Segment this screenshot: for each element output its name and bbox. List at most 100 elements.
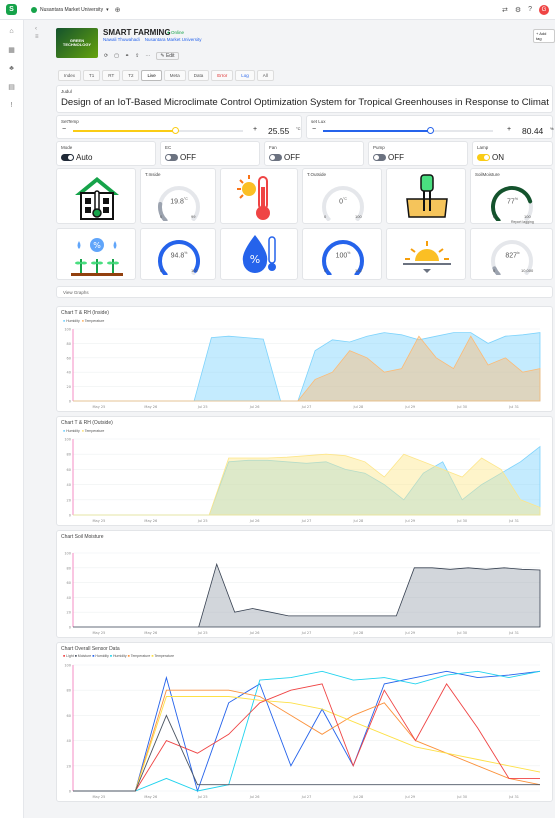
slider-track[interactable] bbox=[73, 127, 243, 134]
mode-toggle[interactable] bbox=[61, 154, 74, 161]
link-icon[interactable]: ⚭ bbox=[125, 53, 129, 59]
add-icon[interactable]: ⊕ bbox=[115, 6, 121, 14]
x-tick-label: Jul 31 bbox=[508, 795, 519, 799]
legend-label: Temperature bbox=[130, 654, 151, 658]
toggle-label: Lamp bbox=[477, 145, 489, 150]
x-tick-label: May 26 bbox=[144, 405, 157, 409]
device-icon[interactable]: ▢ bbox=[114, 53, 119, 59]
series-area bbox=[73, 335, 541, 402]
gauge-value-number: 100 bbox=[335, 252, 348, 260]
dashboard-icon[interactable]: ▦ bbox=[8, 46, 15, 54]
chevron-down-icon: ▾ bbox=[106, 6, 109, 13]
gauge-min: 0 bbox=[160, 268, 163, 273]
collapse-icon[interactable]: ‹ bbox=[35, 26, 37, 32]
grid-icon[interactable]: ▤ bbox=[8, 83, 15, 91]
avatar[interactable]: G bbox=[539, 4, 549, 15]
chart-title: Chart T & RH (Outside) bbox=[61, 420, 113, 426]
tab-live[interactable]: Live bbox=[141, 70, 162, 81]
x-tick-label: Jul 26 bbox=[249, 405, 260, 409]
slider-track[interactable] bbox=[323, 127, 493, 134]
share-icon[interactable]: ⇄ bbox=[502, 6, 508, 14]
minus-icon[interactable]: − bbox=[62, 126, 66, 133]
plus-icon[interactable]: + bbox=[507, 126, 511, 133]
toggle-label: Mode bbox=[61, 145, 73, 150]
fan-toggle[interactable] bbox=[269, 154, 282, 161]
minus-icon[interactable]: − bbox=[312, 126, 316, 133]
gauge-humidity-outside-card: 100% 0 100 bbox=[302, 228, 382, 280]
workspace-selector[interactable]: Nusantara Market University ▾ bbox=[31, 6, 109, 13]
gauge-min: 0 bbox=[493, 268, 496, 273]
pump-toggle[interactable] bbox=[373, 154, 386, 161]
workspace-dot-icon bbox=[31, 6, 37, 13]
slider-fill bbox=[73, 130, 175, 132]
y-tick-label: 100 bbox=[64, 552, 71, 556]
tab-t1[interactable]: T1 bbox=[83, 70, 101, 81]
app-logo-icon[interactable]: S bbox=[6, 4, 17, 15]
tab-t2[interactable]: T2 bbox=[122, 70, 140, 81]
more-icon[interactable]: ⋯ bbox=[145, 53, 150, 59]
x-tick-label: Jul 30 bbox=[456, 795, 467, 799]
gauge-max: 100 bbox=[191, 268, 198, 273]
toggle-state: OFF bbox=[388, 153, 404, 162]
title-card: Judul Design of an IoT-Based Microclimat… bbox=[56, 85, 553, 113]
devices-icon[interactable]: ♣ bbox=[9, 65, 14, 72]
y-tick-label: 60 bbox=[67, 714, 71, 718]
owner-link[interactable]: Nawali Thuwahadi bbox=[103, 37, 140, 42]
y-tick-label: 40 bbox=[67, 483, 71, 487]
legend-swatch: ■ bbox=[81, 429, 84, 433]
x-tick-label: Jul 31 bbox=[508, 405, 519, 409]
chart-soil-plot: 100 80 60 40 20 0 May 25 May 26 Jul 25 Jul 26 Jul … bbox=[64, 552, 541, 635]
menu-icon[interactable]: ≡ bbox=[35, 34, 39, 40]
edit-button[interactable]: ✎ Edit bbox=[156, 52, 179, 60]
y-tick-label: 40 bbox=[67, 739, 71, 743]
help-icon[interactable]: ? bbox=[528, 6, 532, 13]
gauge-humidity-inside-card: 94.8% 0 100 bbox=[140, 228, 216, 280]
tab-data[interactable]: Data bbox=[187, 70, 210, 81]
alert-icon[interactable]: ! bbox=[11, 102, 13, 109]
refresh-icon[interactable]: ⟳ bbox=[104, 53, 108, 59]
x-tick-label: Jul 25 bbox=[197, 519, 208, 523]
tab-error[interactable]: Error bbox=[211, 70, 234, 81]
legend-swatch: ■ bbox=[109, 654, 113, 658]
header-logo: GREEN TECHNOLOGY bbox=[56, 28, 98, 58]
chart-legend: ■ Humidity ■ Temperature bbox=[63, 429, 104, 433]
tab-rt[interactable]: RT bbox=[102, 70, 121, 81]
tab-log[interactable]: Log bbox=[235, 70, 255, 81]
settings-icon[interactable]: ⚙ bbox=[515, 6, 521, 14]
upload-icon[interactable]: ⇪ bbox=[135, 53, 139, 59]
plus-icon[interactable]: + bbox=[253, 126, 257, 133]
tab-meta[interactable]: Meta bbox=[163, 70, 186, 81]
chart-inside-card: Chart T & RH (Inside) ■ Humidity ■ Tempe… bbox=[56, 306, 553, 412]
thermometer-image-card bbox=[220, 168, 298, 224]
ec-toggle[interactable] bbox=[165, 154, 178, 161]
header-meta: Nawali Thuwahadi Nusantara Market Univer… bbox=[103, 37, 202, 42]
x-tick-label: Jul 28 bbox=[352, 795, 363, 799]
gauge-toutside-card: T.Outside 0°C 0 100 bbox=[302, 168, 382, 224]
y-tick-label: 60 bbox=[67, 356, 71, 360]
tab-all[interactable]: All bbox=[256, 70, 274, 81]
status-text: Online bbox=[170, 30, 184, 35]
slider-value: 25.55 bbox=[268, 126, 290, 136]
gauge-value: 77% bbox=[471, 197, 554, 205]
slider-handle[interactable] bbox=[172, 127, 179, 134]
view-graphs-label: View Graphs bbox=[63, 290, 89, 295]
gauge-unit: °C bbox=[183, 197, 188, 201]
tooltip-text: Report lagging bbox=[511, 220, 534, 224]
x-tick-label: May 25 bbox=[93, 631, 106, 635]
toggle-fan-card: Fan OFF bbox=[264, 141, 364, 166]
soil-sensor-image-card bbox=[386, 168, 466, 224]
legend-label: Temperature bbox=[84, 319, 105, 323]
view-graphs-bar[interactable]: View Graphs bbox=[56, 286, 553, 298]
tab-index[interactable]: Index bbox=[58, 70, 82, 81]
gauge-max: 10,000 bbox=[521, 268, 534, 273]
slider-handle[interactable] bbox=[427, 127, 435, 134]
toggle-ec-card: EC OFF bbox=[160, 141, 260, 166]
legend-label: Humidity bbox=[66, 429, 80, 433]
home-icon[interactable]: ⌂ bbox=[9, 28, 13, 35]
org-link[interactable]: Nusantara Market University bbox=[145, 37, 202, 42]
gauge-min: 0 bbox=[324, 268, 327, 273]
lamp-toggle[interactable] bbox=[477, 154, 490, 161]
chart-title: Chart Soil Moisture bbox=[61, 534, 104, 540]
add-tag-button[interactable]: + Add tag bbox=[533, 29, 555, 43]
gauge-unit: °C bbox=[342, 197, 347, 201]
